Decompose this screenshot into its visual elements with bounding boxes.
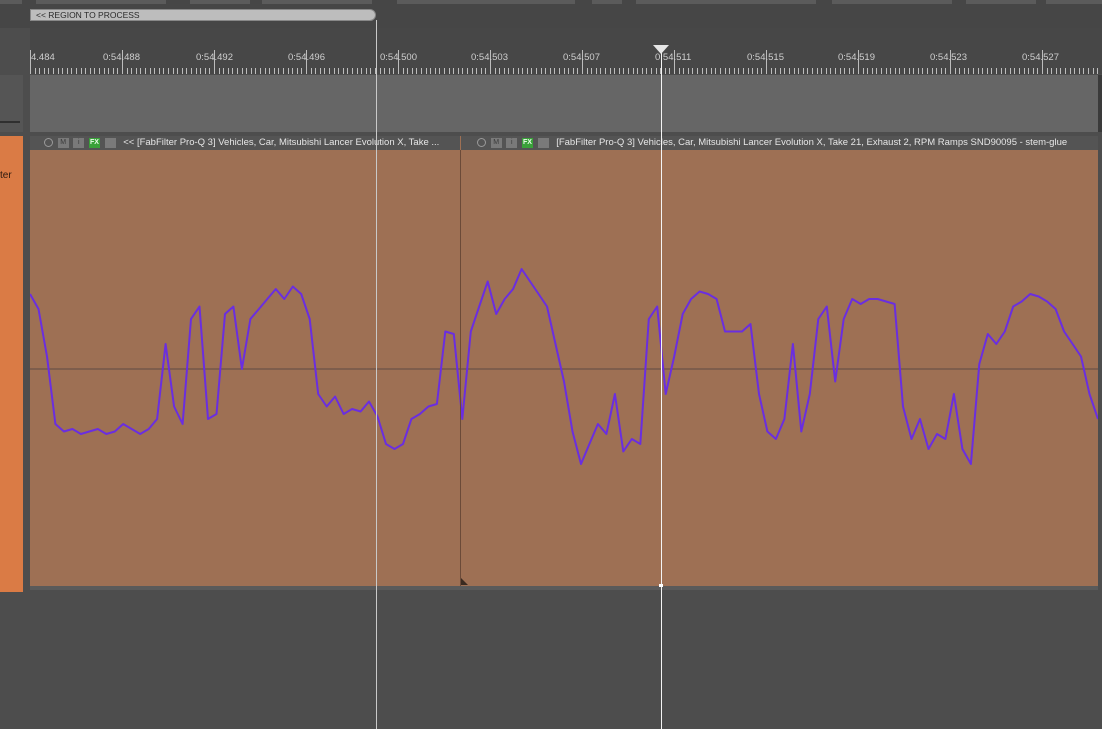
toolbar-button[interactable]	[190, 0, 250, 4]
ruler-ticks	[30, 50, 1098, 74]
info-icon[interactable]: i	[73, 138, 85, 148]
fx-icon[interactable]: FX	[88, 138, 100, 148]
toolbar-button[interactable]	[36, 0, 166, 4]
ruler-tick-label: 4.484	[31, 52, 55, 63]
clip-header-right[interactable]: M i FX [FabFilter Pro-Q 3] Vehicles, Car…	[461, 136, 1098, 150]
ruler-tick-label: 0:54.515	[747, 52, 784, 63]
cursor-foot	[659, 584, 663, 587]
toolbar-button[interactable]	[1046, 0, 1102, 4]
toolbar-button[interactable]	[832, 0, 952, 4]
envelope-icon[interactable]	[537, 138, 549, 148]
ruler-tick-label: 0:54.503	[471, 52, 508, 63]
clip-header-left[interactable]: M i FX << [FabFilter Pro-Q 3] Vehicles, …	[30, 136, 460, 150]
mute-icon[interactable]: M	[490, 138, 502, 148]
ruler-tick-label: 0:54.527	[1022, 52, 1059, 63]
playhead-icon[interactable]	[653, 45, 669, 54]
upper-track-lane[interactable]	[30, 75, 1098, 132]
waveform-trace	[30, 268, 1098, 465]
ruler-tick-label: 0:54.496	[288, 52, 325, 63]
track-header[interactable]: ter	[0, 136, 23, 592]
power-icon[interactable]	[477, 138, 486, 147]
info-icon[interactable]: i	[506, 138, 518, 148]
toolbar-button[interactable]	[0, 0, 22, 4]
power-icon[interactable]	[44, 138, 53, 147]
toolbar-button[interactable]	[966, 0, 1036, 4]
timeline-ruler[interactable]: 4.484 0:54.488 0:54.492 0:54.496 0:54.50…	[30, 28, 1102, 74]
toolbar-button[interactable]	[592, 0, 622, 4]
upper-track-header[interactable]	[0, 75, 23, 132]
fade-handle[interactable]	[461, 578, 468, 585]
toolbar-button[interactable]	[636, 0, 816, 4]
ruler-tick-label: 0:54.519	[838, 52, 875, 63]
clip-bottom-edge[interactable]	[30, 586, 1098, 590]
toolbar-button[interactable]	[262, 0, 372, 4]
toolbar-button[interactable]	[397, 0, 575, 4]
ruler-tick-label: 0:54.492	[196, 52, 233, 63]
track-name: ter	[0, 170, 12, 181]
ruler-tick-label: 0:54.488	[103, 52, 140, 63]
ruler-tick-label: 0:54.500	[380, 52, 417, 63]
region-to-process-bar[interactable]: << REGION TO PROCESS	[30, 9, 376, 21]
ruler-tick-label: 0:54.507	[563, 52, 600, 63]
playback-cursor[interactable]	[661, 48, 662, 729]
clip-title: [FabFilter Pro-Q 3] Vehicles, Car, Mitsu…	[556, 137, 1068, 148]
clip-split-line[interactable]	[460, 150, 461, 588]
selection-marker[interactable]	[376, 20, 377, 729]
audio-waveform[interactable]	[30, 150, 1098, 586]
mute-icon[interactable]: M	[57, 138, 69, 148]
fx-icon[interactable]: FX	[521, 138, 533, 148]
vertical-scrollbar[interactable]	[1098, 75, 1102, 132]
clip-title: << [FabFilter Pro-Q 3] Vehicles, Car, Mi…	[123, 137, 440, 148]
ruler-tick-label: 0:54.523	[930, 52, 967, 63]
upper-track-divider	[0, 121, 20, 123]
envelope-icon[interactable]	[104, 138, 116, 148]
